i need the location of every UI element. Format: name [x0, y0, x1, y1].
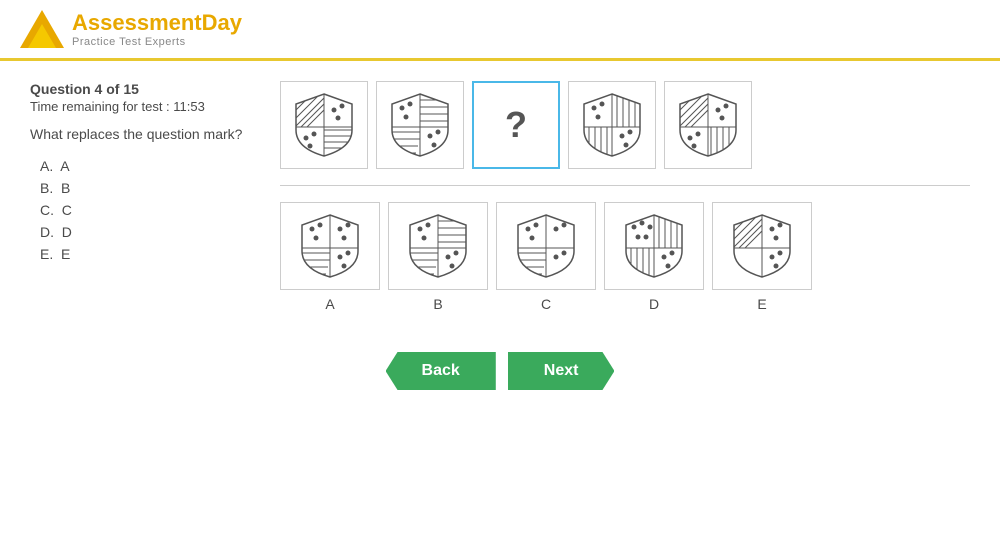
shield-q4	[568, 81, 656, 169]
shield-e[interactable]	[712, 202, 812, 290]
main-content: Question 4 of 15 Time remaining for test…	[0, 61, 1000, 332]
option-b[interactable]: B. B	[40, 180, 250, 196]
logo-text: AssessmentDay Practice Test Experts	[72, 10, 242, 48]
question-meta: Question 4 of 15 Time remaining for test…	[30, 81, 250, 114]
question-mark: ?	[505, 104, 527, 146]
logo-subtitle: Practice Test Experts	[72, 36, 242, 48]
answer-label-b: B	[433, 296, 442, 312]
shield-q1	[280, 81, 368, 169]
answer-label-d: D	[649, 296, 659, 312]
navigation-buttons: Back Next	[0, 352, 1000, 390]
answer-col-d[interactable]: D	[604, 202, 704, 312]
right-panel: ?	[280, 81, 970, 312]
shield-c[interactable]	[496, 202, 596, 290]
shield-q2	[376, 81, 464, 169]
answer-shields-row: A	[280, 202, 970, 312]
answer-col-a[interactable]: A	[280, 202, 380, 312]
option-c[interactable]: C. C	[40, 202, 250, 218]
shield-q3-question: ?	[472, 81, 560, 169]
logo-title: AssessmentDay	[72, 10, 242, 36]
answer-col-c[interactable]: C	[496, 202, 596, 312]
answer-col-e[interactable]: E	[712, 202, 812, 312]
logo-title-part1: Assessment	[72, 10, 202, 35]
options-list: A. A B. B C. C D. D E. E	[30, 158, 250, 262]
answer-col-b[interactable]: B	[388, 202, 488, 312]
question-number: Question 4 of 15	[30, 81, 250, 97]
answer-label-c: C	[541, 296, 551, 312]
shield-a[interactable]	[280, 202, 380, 290]
divider	[280, 185, 970, 186]
question-text: What replaces the question mark?	[30, 126, 250, 142]
answer-label-e: E	[757, 296, 766, 312]
logo-title-part2: Day	[202, 10, 242, 35]
time-remaining: Time remaining for test : 11:53	[30, 99, 250, 114]
back-button[interactable]: Back	[386, 352, 496, 390]
shield-b[interactable]	[388, 202, 488, 290]
option-e[interactable]: E. E	[40, 246, 250, 262]
shield-d[interactable]	[604, 202, 704, 290]
option-d[interactable]: D. D	[40, 224, 250, 240]
shield-q5	[664, 81, 752, 169]
left-panel: Question 4 of 15 Time remaining for test…	[30, 81, 250, 312]
answer-label-a: A	[325, 296, 334, 312]
header: AssessmentDay Practice Test Experts	[0, 0, 1000, 61]
option-a[interactable]: A. A	[40, 158, 250, 174]
question-shields-row: ?	[280, 81, 970, 169]
next-button[interactable]: Next	[508, 352, 615, 390]
logo-icon	[20, 10, 64, 48]
